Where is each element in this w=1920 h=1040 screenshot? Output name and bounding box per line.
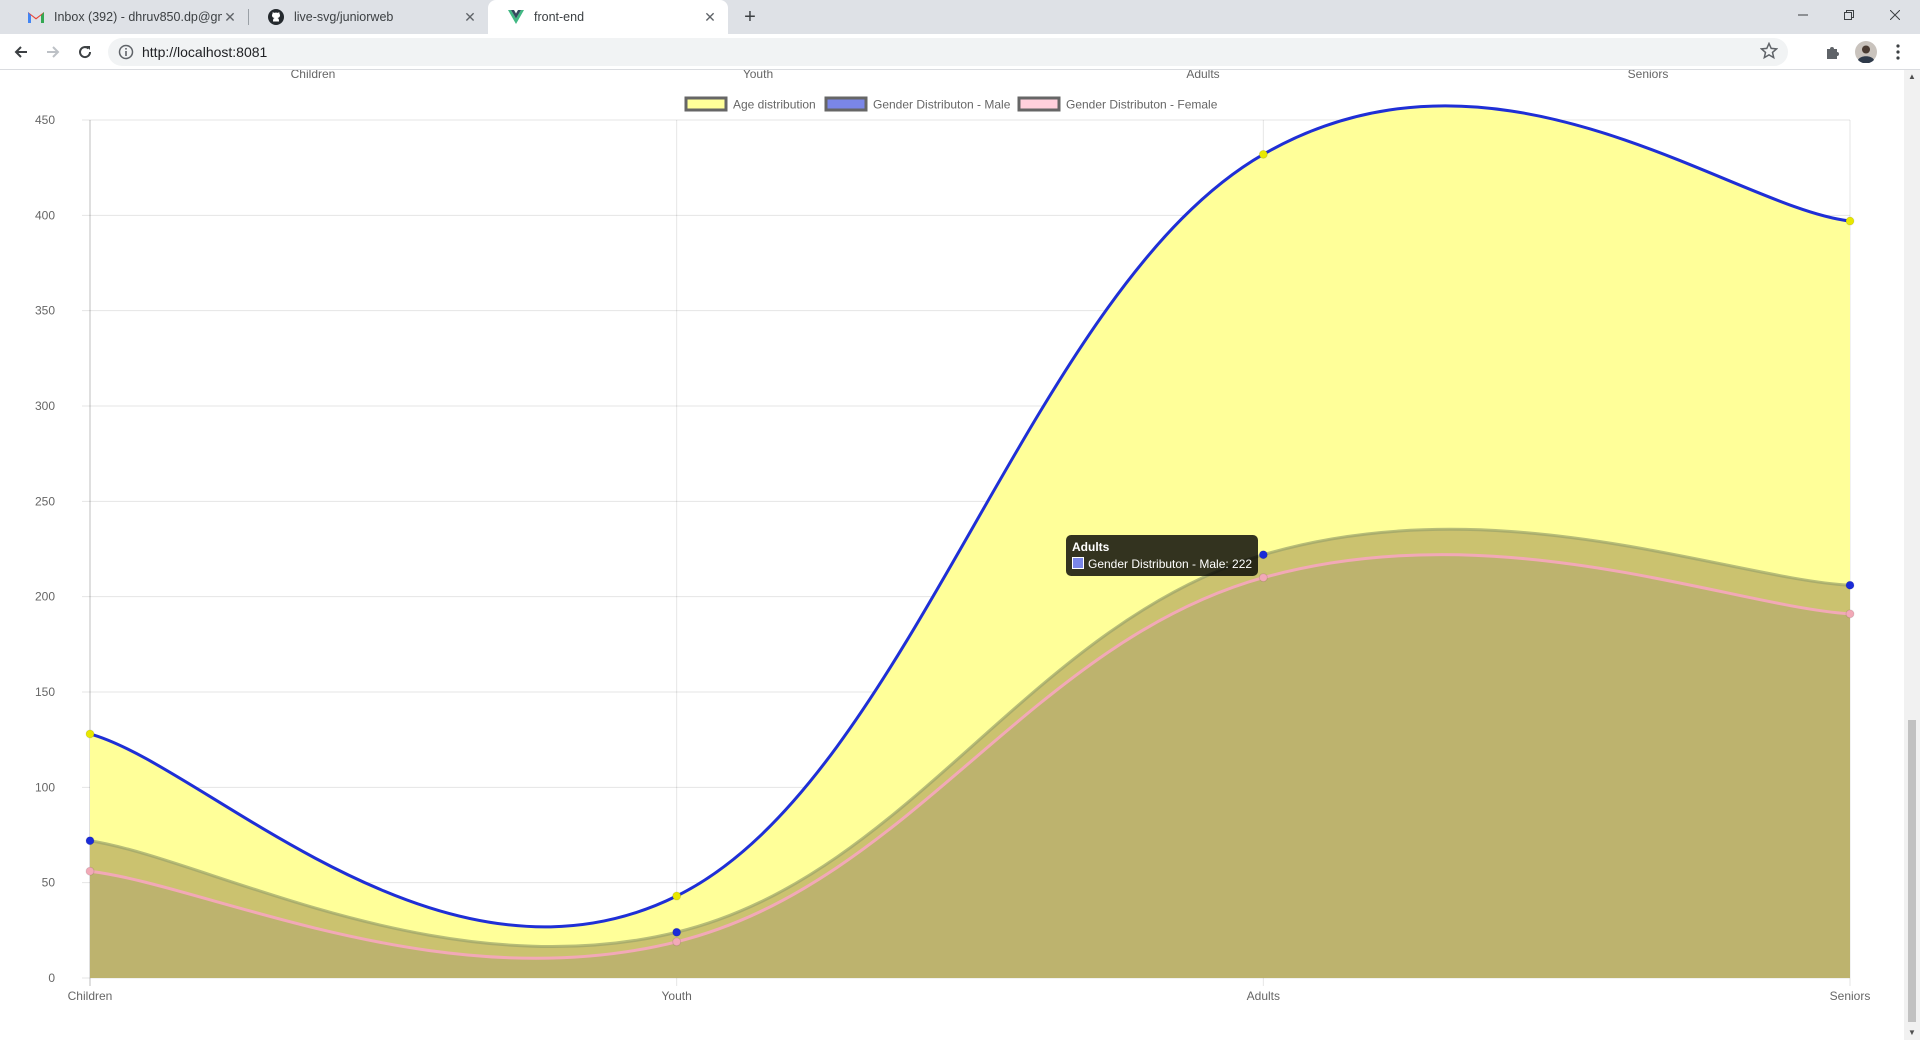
arrow-right-icon bbox=[47, 46, 60, 58]
y-tick-label: 400 bbox=[35, 208, 55, 222]
reload-button[interactable] bbox=[71, 38, 99, 66]
tooltip-value: Gender Distributon - Male: 222 bbox=[1088, 557, 1253, 571]
more-vert-icon bbox=[1896, 44, 1900, 60]
url-text: http://localhost:8081 bbox=[142, 44, 268, 60]
extensions-button[interactable] bbox=[1819, 38, 1847, 66]
tab-gmail[interactable]: Inbox (392) - dhruv850.dp@gma ✕ bbox=[8, 0, 248, 34]
browser-toolbar: http://localhost:8081 bbox=[0, 34, 1920, 70]
restore-button[interactable] bbox=[1826, 0, 1872, 30]
top-axis-label: Youth bbox=[743, 70, 773, 81]
top-axis-labels: Children Youth Adults Seniors bbox=[291, 70, 1669, 81]
y-tick-label: 350 bbox=[35, 304, 55, 318]
legend-swatch[interactable] bbox=[824, 96, 868, 112]
avatar bbox=[1855, 41, 1877, 63]
forward-button[interactable] bbox=[39, 38, 67, 66]
data-point[interactable] bbox=[1845, 580, 1855, 590]
tab-github[interactable]: live-svg/juniorweb ✕ bbox=[248, 0, 488, 34]
menu-button[interactable] bbox=[1884, 38, 1912, 66]
top-axis-label: Adults bbox=[1186, 70, 1219, 81]
page-content: Children Youth Adults Seniors Age distribut… bbox=[0, 70, 1904, 1040]
y-tick-label: 200 bbox=[35, 590, 55, 604]
gmail-icon bbox=[28, 9, 44, 25]
github-icon bbox=[268, 9, 284, 25]
scroll-down-icon[interactable]: ▼ bbox=[1908, 1028, 1916, 1037]
data-point[interactable] bbox=[85, 729, 95, 739]
y-tick-label: 300 bbox=[35, 399, 55, 413]
x-tick-label: Youth bbox=[662, 989, 692, 1003]
chart-tooltip: Adults Gender Distributon - Male: 222 bbox=[1066, 535, 1259, 576]
top-axis-label: Children bbox=[291, 70, 336, 81]
data-point[interactable] bbox=[1258, 550, 1268, 560]
data-point[interactable] bbox=[672, 891, 682, 901]
close-window-button[interactable] bbox=[1872, 0, 1918, 30]
star-icon[interactable] bbox=[1760, 42, 1778, 60]
data-point[interactable] bbox=[1258, 149, 1268, 159]
y-tick-label: 150 bbox=[35, 685, 55, 699]
data-point[interactable] bbox=[1258, 573, 1268, 583]
tab-title: live-svg/juniorweb bbox=[294, 10, 394, 24]
new-tab-button[interactable]: + bbox=[738, 5, 762, 29]
data-point[interactable] bbox=[85, 866, 95, 876]
data-point[interactable] bbox=[1845, 216, 1855, 226]
data-point[interactable] bbox=[672, 937, 682, 947]
address-bar[interactable]: http://localhost:8081 bbox=[108, 38, 1788, 66]
arrow-left-icon bbox=[14, 46, 27, 58]
chart-areas bbox=[89, 104, 1851, 978]
tab-strip: Inbox (392) - dhruv850.dp@gma ✕ live-svg… bbox=[0, 0, 1920, 34]
legend-swatch[interactable] bbox=[684, 96, 728, 112]
profile-avatar[interactable] bbox=[1852, 38, 1880, 66]
y-tick-label: 0 bbox=[48, 971, 55, 985]
close-icon bbox=[1890, 10, 1900, 20]
close-icon[interactable]: ✕ bbox=[702, 9, 718, 25]
scroll-thumb[interactable] bbox=[1908, 720, 1916, 1022]
legend-label[interactable]: Gender Distributon - Male bbox=[873, 98, 1011, 112]
data-point[interactable] bbox=[1845, 609, 1855, 619]
page-scrollbar[interactable]: ▲ ▼ bbox=[1904, 70, 1920, 1040]
data-point[interactable] bbox=[672, 927, 682, 937]
tab-title: front-end bbox=[534, 10, 585, 24]
x-tick-label: Seniors bbox=[1830, 989, 1871, 1003]
tooltip-title: Adults bbox=[1072, 540, 1110, 554]
scroll-up-icon[interactable]: ▲ bbox=[1908, 72, 1916, 81]
close-icon[interactable]: ✕ bbox=[462, 9, 478, 25]
minimize-icon bbox=[1798, 14, 1808, 16]
tooltip-swatch bbox=[1072, 557, 1084, 569]
chart-legend: Age distribution Gender Distributon - Mal… bbox=[684, 96, 1218, 112]
tab-title: Inbox (392) - dhruv850.dp@gma bbox=[54, 10, 222, 24]
info-icon[interactable] bbox=[118, 44, 134, 60]
legend-label[interactable]: Age distribution bbox=[733, 98, 816, 112]
x-tick-label: Adults bbox=[1247, 989, 1280, 1003]
y-tick-label: 450 bbox=[35, 113, 55, 127]
minimize-button[interactable] bbox=[1780, 0, 1826, 30]
puzzle-icon bbox=[1827, 47, 1839, 59]
data-point[interactable] bbox=[85, 836, 95, 846]
top-axis-label: Seniors bbox=[1628, 70, 1669, 81]
tab-front-end[interactable]: front-end ✕ bbox=[488, 0, 728, 34]
restore-icon bbox=[1844, 10, 1854, 20]
reload-icon bbox=[79, 46, 92, 59]
line-chart: Children Youth Adults Seniors Age distribut… bbox=[35, 70, 1871, 1003]
legend-swatch[interactable] bbox=[1017, 96, 1061, 112]
y-tick-label: 250 bbox=[35, 494, 55, 508]
legend-label[interactable]: Gender Distributon - Female bbox=[1066, 98, 1218, 112]
x-tick-label: Children bbox=[68, 989, 113, 1003]
y-tick-label: 100 bbox=[35, 780, 55, 794]
back-button[interactable] bbox=[7, 38, 35, 66]
close-icon[interactable]: ✕ bbox=[222, 9, 238, 25]
vue-icon bbox=[508, 9, 524, 25]
y-tick-label: 50 bbox=[42, 876, 56, 890]
